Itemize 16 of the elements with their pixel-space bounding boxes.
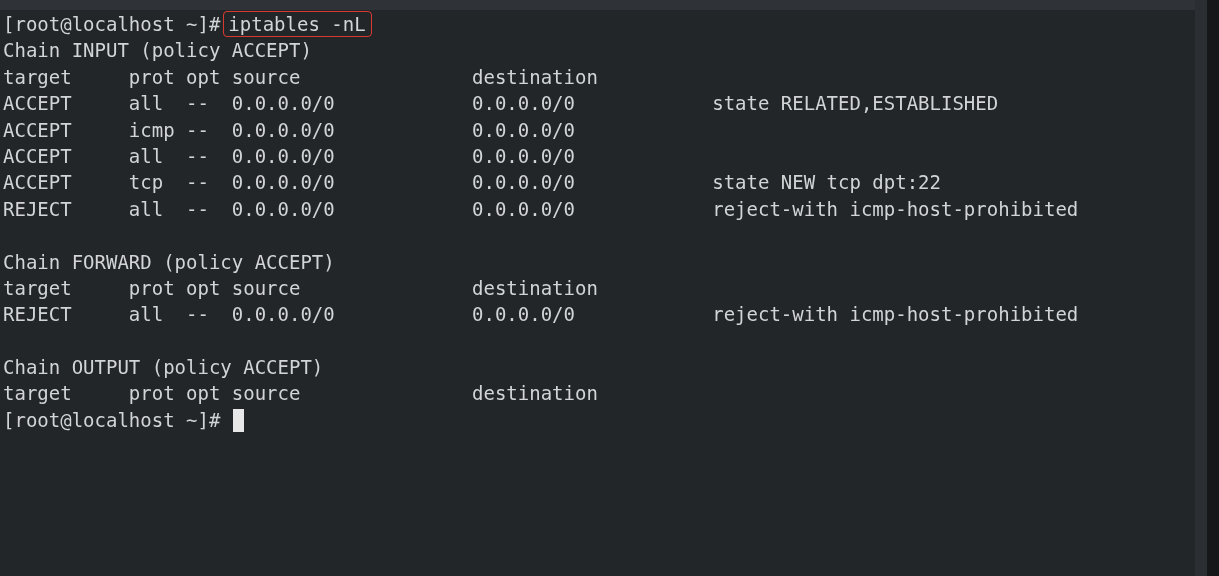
output-line: ACCEPT icmp -- 0.0.0.0/0 0.0.0.0/0 [3, 117, 575, 143]
output-line: ACCEPT all -- 0.0.0.0/0 0.0.0.0/0 state RELATED,ESTABLISHED [3, 91, 999, 117]
output-line: Chain FORWARD (policy ACCEPT) [3, 249, 335, 275]
output-line: Chain OUTPUT (policy ACCEPT) [3, 355, 324, 381]
command-text: iptables -nL [223, 11, 372, 38]
shell-prompt: [root@localhost ~]# [3, 407, 221, 433]
shell-prompt: [root@localhost ~]# [3, 12, 221, 37]
output-line: target prot opt source destination [3, 64, 598, 90]
output-line: Chain INPUT (policy ACCEPT) [3, 38, 312, 64]
output-line: target prot opt source destination [3, 275, 598, 301]
output-line: REJECT all -- 0.0.0.0/0 0.0.0.0/0 reject-with icmp-host-prohibited [3, 302, 1079, 328]
output-line: REJECT all -- 0.0.0.0/0 0.0.0.0/0 reject-with icmp-host-prohibited [3, 196, 1079, 222]
scrollbar[interactable] [1195, 0, 1207, 576]
output-line: target prot opt source destination [3, 381, 598, 407]
output-line: ACCEPT all -- 0.0.0.0/0 0.0.0.0/0 [3, 143, 575, 169]
output-line: ACCEPT tcp -- 0.0.0.0/0 0.0.0.0/0 state NEW tcp dpt:22 [3, 170, 941, 196]
